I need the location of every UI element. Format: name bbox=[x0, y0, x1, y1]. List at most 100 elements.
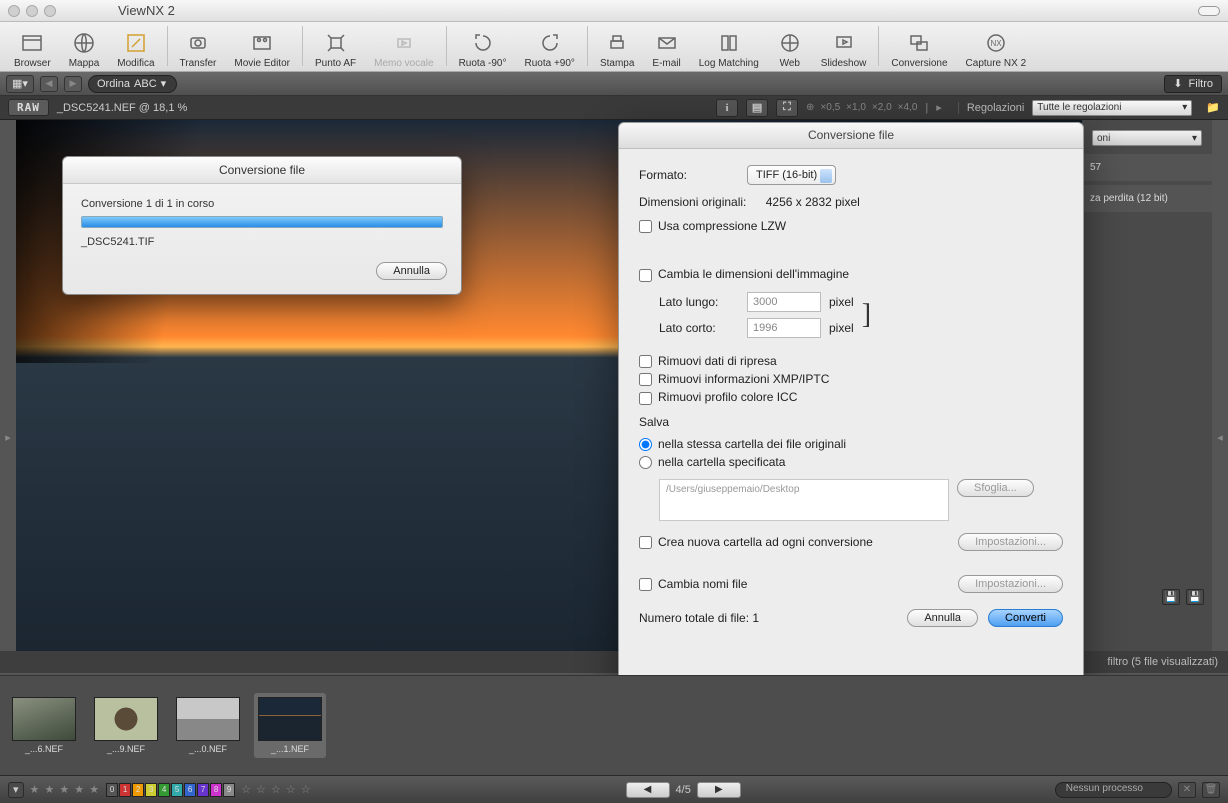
color-label[interactable]: 4 bbox=[158, 783, 170, 797]
browse-button[interactable]: Sfoglia... bbox=[957, 479, 1034, 497]
filter-button[interactable]: ⬇ Filtro bbox=[1164, 75, 1222, 93]
regolazioni-label: Regolazioni bbox=[958, 102, 1024, 114]
tb-mappa[interactable]: Mappa bbox=[61, 30, 108, 69]
tb-modifica[interactable]: Modifica bbox=[109, 30, 162, 69]
short-side-label: Lato corto: bbox=[659, 321, 739, 335]
thumbnail-selected[interactable]: _...1.NEF bbox=[254, 693, 326, 758]
tb-conversione[interactable]: Conversione bbox=[883, 30, 955, 69]
filename-zoom: _DSC5241.NEF @ 18,1 % bbox=[57, 102, 187, 114]
tb-browser[interactable]: Browser bbox=[6, 30, 59, 69]
tb-movie-editor[interactable]: Movie Editor bbox=[226, 30, 298, 69]
rm-icc-checkbox[interactable]: Rimuovi profilo colore ICC bbox=[639, 390, 797, 404]
panel-value: 57 bbox=[1082, 154, 1212, 181]
tb-punto-af[interactable]: Punto AF bbox=[307, 30, 364, 69]
path-box: /Users/giuseppemaio/Desktop bbox=[659, 479, 949, 521]
statusbar-menu[interactable]: ▾ bbox=[8, 782, 24, 798]
prev-button[interactable]: ◀ bbox=[626, 782, 670, 798]
raw-badge: RAW bbox=[8, 99, 49, 116]
rename-settings-button[interactable]: Impostazioni... bbox=[958, 575, 1063, 593]
progress-status: Conversione 1 di 1 in corso bbox=[81, 198, 443, 210]
tb-rotate-ccw[interactable]: Ruota -90° bbox=[451, 30, 515, 69]
progress-title: Conversione file bbox=[63, 157, 461, 184]
save-as-icon[interactable]: 💾 bbox=[1186, 589, 1204, 605]
resize-checkbox[interactable]: Cambia le dimensioni dell'immagine bbox=[639, 267, 849, 281]
color-label[interactable]: 3 bbox=[145, 783, 157, 797]
conv-cancel-button[interactable]: Annulla bbox=[907, 609, 978, 627]
window-titlebar: ViewNX 2 bbox=[0, 0, 1228, 22]
tb-web[interactable]: Web bbox=[769, 30, 811, 69]
folder-icon[interactable]: 📁 bbox=[1206, 101, 1220, 114]
color-label[interactable]: 9 bbox=[223, 783, 235, 797]
zoom-icon[interactable] bbox=[44, 5, 56, 17]
tb-slideshow[interactable]: Slideshow bbox=[813, 30, 875, 69]
minimize-icon[interactable] bbox=[26, 5, 38, 17]
long-side-input[interactable] bbox=[747, 292, 821, 312]
next-button[interactable]: ▶ bbox=[697, 782, 741, 798]
filter-count: filtro (5 file visualizzati) bbox=[1107, 656, 1218, 668]
new-folder-settings-button[interactable]: Impostazioni... bbox=[958, 533, 1063, 551]
color-label[interactable]: 2 bbox=[132, 783, 144, 797]
trash-icon[interactable]: 🗑 bbox=[1202, 782, 1220, 798]
panel-line: za perdita (12 bit) bbox=[1082, 185, 1212, 212]
adjustments-panel: oni▾ 57 za perdita (12 bit) bbox=[1082, 120, 1212, 660]
save-spec-radio[interactable]: nella cartella specificata bbox=[639, 455, 785, 469]
color-labels[interactable]: 0123456789 bbox=[106, 783, 235, 797]
regolazioni-select[interactable]: Tutte le regolazioni▾ bbox=[1032, 100, 1192, 116]
tb-transfer[interactable]: Transfer bbox=[172, 30, 225, 69]
chevron-down-icon: ▾ bbox=[161, 77, 167, 90]
color-label[interactable]: 8 bbox=[210, 783, 222, 797]
nav-back[interactable]: ◀ bbox=[40, 76, 58, 92]
conv-title: Conversione file bbox=[619, 123, 1083, 149]
expand-icon[interactable]: ▸ bbox=[936, 101, 942, 114]
rename-checkbox[interactable]: Cambia nomi file bbox=[639, 577, 747, 591]
color-label[interactable]: 5 bbox=[171, 783, 183, 797]
save-icon[interactable]: 💾 bbox=[1162, 589, 1180, 605]
fit-icon[interactable]: ⛶ bbox=[776, 99, 798, 117]
orig-dims-value: 4256 x 2832 pixel bbox=[766, 195, 860, 209]
stop-icon[interactable]: ✕ bbox=[1178, 782, 1196, 798]
lzw-checkbox[interactable]: Usa compressione LZW bbox=[639, 219, 786, 233]
total-files: Numero totale di file: 1 bbox=[639, 611, 759, 625]
tb-stampa[interactable]: Stampa bbox=[592, 30, 642, 69]
new-folder-checkbox[interactable]: Crea nuova cartella ad ogni conversione bbox=[639, 535, 873, 549]
panel-dropdown[interactable]: oni▾ bbox=[1092, 130, 1202, 146]
rating-dots[interactable]: ☆ ☆ ☆ ☆ ☆ bbox=[241, 783, 312, 796]
toolbar-toggle-icon[interactable] bbox=[1198, 6, 1220, 16]
progress-cancel-button[interactable]: Annulla bbox=[376, 262, 447, 280]
save-heading: Salva bbox=[639, 415, 1063, 429]
color-label[interactable]: 1 bbox=[119, 783, 131, 797]
rm-shoot-checkbox[interactable]: Rimuovi dati di ripresa bbox=[639, 354, 777, 368]
tb-rotate-cw[interactable]: Ruota +90° bbox=[517, 30, 583, 69]
close-icon[interactable] bbox=[8, 5, 20, 17]
thumbnail[interactable]: _...6.NEF bbox=[8, 697, 80, 754]
tb-capture-nx[interactable]: NXCapture NX 2 bbox=[958, 30, 1035, 69]
tb-log-matching[interactable]: Log Matching bbox=[691, 30, 767, 69]
info-bar: RAW _DSC5241.NEF @ 18,1 % i ▤ ⛶ ⊕ ×0,5 ×… bbox=[0, 96, 1228, 120]
thumbnail[interactable]: _...0.NEF bbox=[172, 697, 244, 754]
short-side-input[interactable] bbox=[747, 318, 821, 338]
progress-bar bbox=[81, 216, 443, 228]
histogram-icon[interactable]: ▤ bbox=[746, 99, 768, 117]
color-label[interactable]: 6 bbox=[184, 783, 196, 797]
thumbnail[interactable]: _...9.NEF bbox=[90, 697, 162, 754]
orig-dims-label: Dimensioni originali: bbox=[639, 195, 746, 209]
color-label[interactable]: 7 bbox=[197, 783, 209, 797]
info-icon[interactable]: i bbox=[716, 99, 738, 117]
view-mode-dropdown[interactable]: ▦▾ bbox=[6, 75, 34, 93]
color-label[interactable]: 0 bbox=[106, 783, 118, 797]
zoom-levels[interactable]: ⊕ ×0,5 ×1,0 ×2,0 ×4,0 bbox=[806, 102, 917, 113]
rating-stars[interactable]: ★ ★ ★ ★ ★ bbox=[30, 783, 101, 796]
nav-fwd[interactable]: ▶ bbox=[64, 76, 82, 92]
rm-xmp-checkbox[interactable]: Rimuovi informazioni XMP/IPTC bbox=[639, 372, 829, 386]
convert-button[interactable]: Converti bbox=[988, 609, 1063, 627]
save-same-radio[interactable]: nella stessa cartella dei file originali bbox=[639, 437, 846, 451]
status-bar: ▾ ★ ★ ★ ★ ★ 0123456789 ☆ ☆ ☆ ☆ ☆ ◀ 4/5 ▶… bbox=[0, 775, 1228, 803]
long-side-label: Lato lungo: bbox=[659, 295, 739, 309]
conversion-dialog: Conversione file Formato: TIFF (16-bit) … bbox=[618, 122, 1084, 744]
svg-text:NX: NX bbox=[990, 39, 1002, 48]
main-toolbar: Browser Mappa Modifica Transfer Movie Ed… bbox=[0, 22, 1228, 72]
sort-control[interactable]: Ordina ABC ▾ bbox=[88, 75, 177, 93]
thumbnail-strip: _...6.NEF _...9.NEF _...0.NEF _...1.NEF bbox=[0, 675, 1228, 775]
format-select[interactable]: TIFF (16-bit) bbox=[747, 165, 836, 185]
tb-email[interactable]: E-mail bbox=[644, 30, 688, 69]
